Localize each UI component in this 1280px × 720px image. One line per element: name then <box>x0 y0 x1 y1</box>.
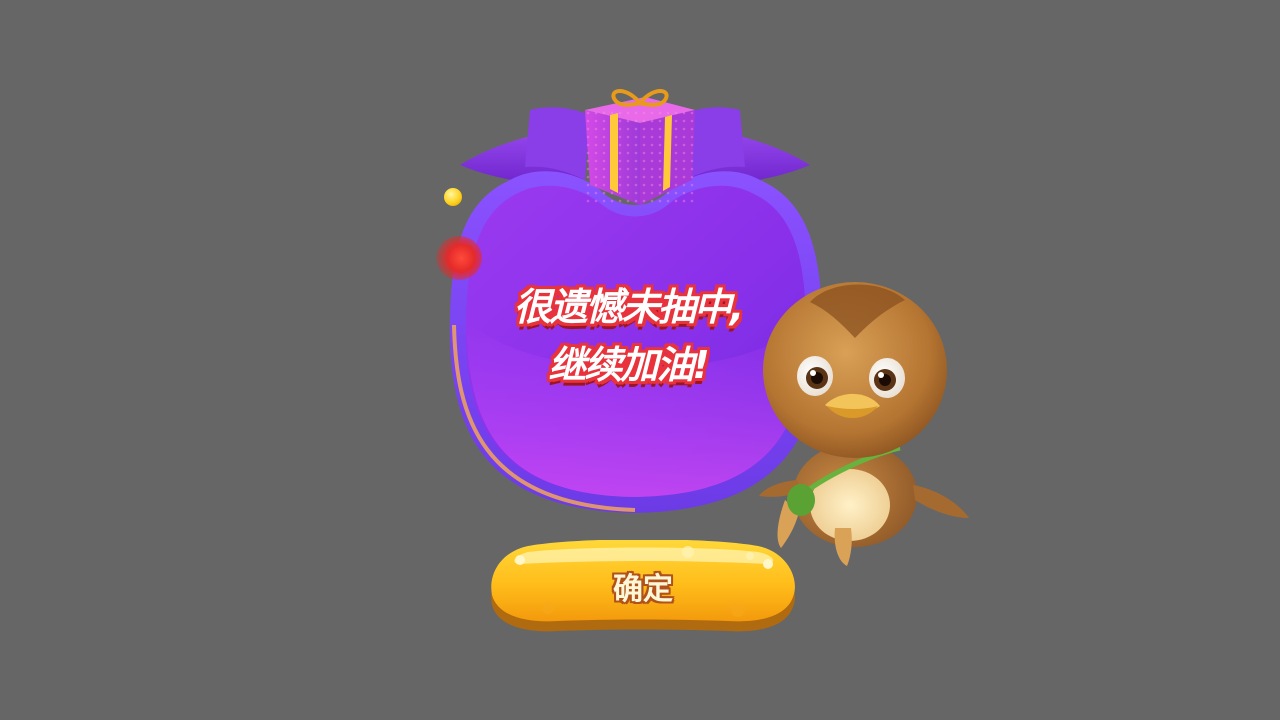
message-line-2: 继续加油! <box>548 343 709 387</box>
gift-box-icon <box>585 89 695 205</box>
confirm-button[interactable]: 确定 <box>488 540 798 635</box>
red-ball-decoration <box>436 236 482 280</box>
lottery-result-screen: 很遗憾未抽中, 继续加油! 确定 <box>0 0 1280 720</box>
coin-icon <box>444 188 462 206</box>
result-message: 很遗憾未抽中, 继续加油! <box>458 278 798 394</box>
duckling-mascot <box>755 260 975 570</box>
confirm-button-label: 确定 <box>613 572 673 607</box>
message-line-1: 很遗憾未抽中, <box>513 285 744 329</box>
